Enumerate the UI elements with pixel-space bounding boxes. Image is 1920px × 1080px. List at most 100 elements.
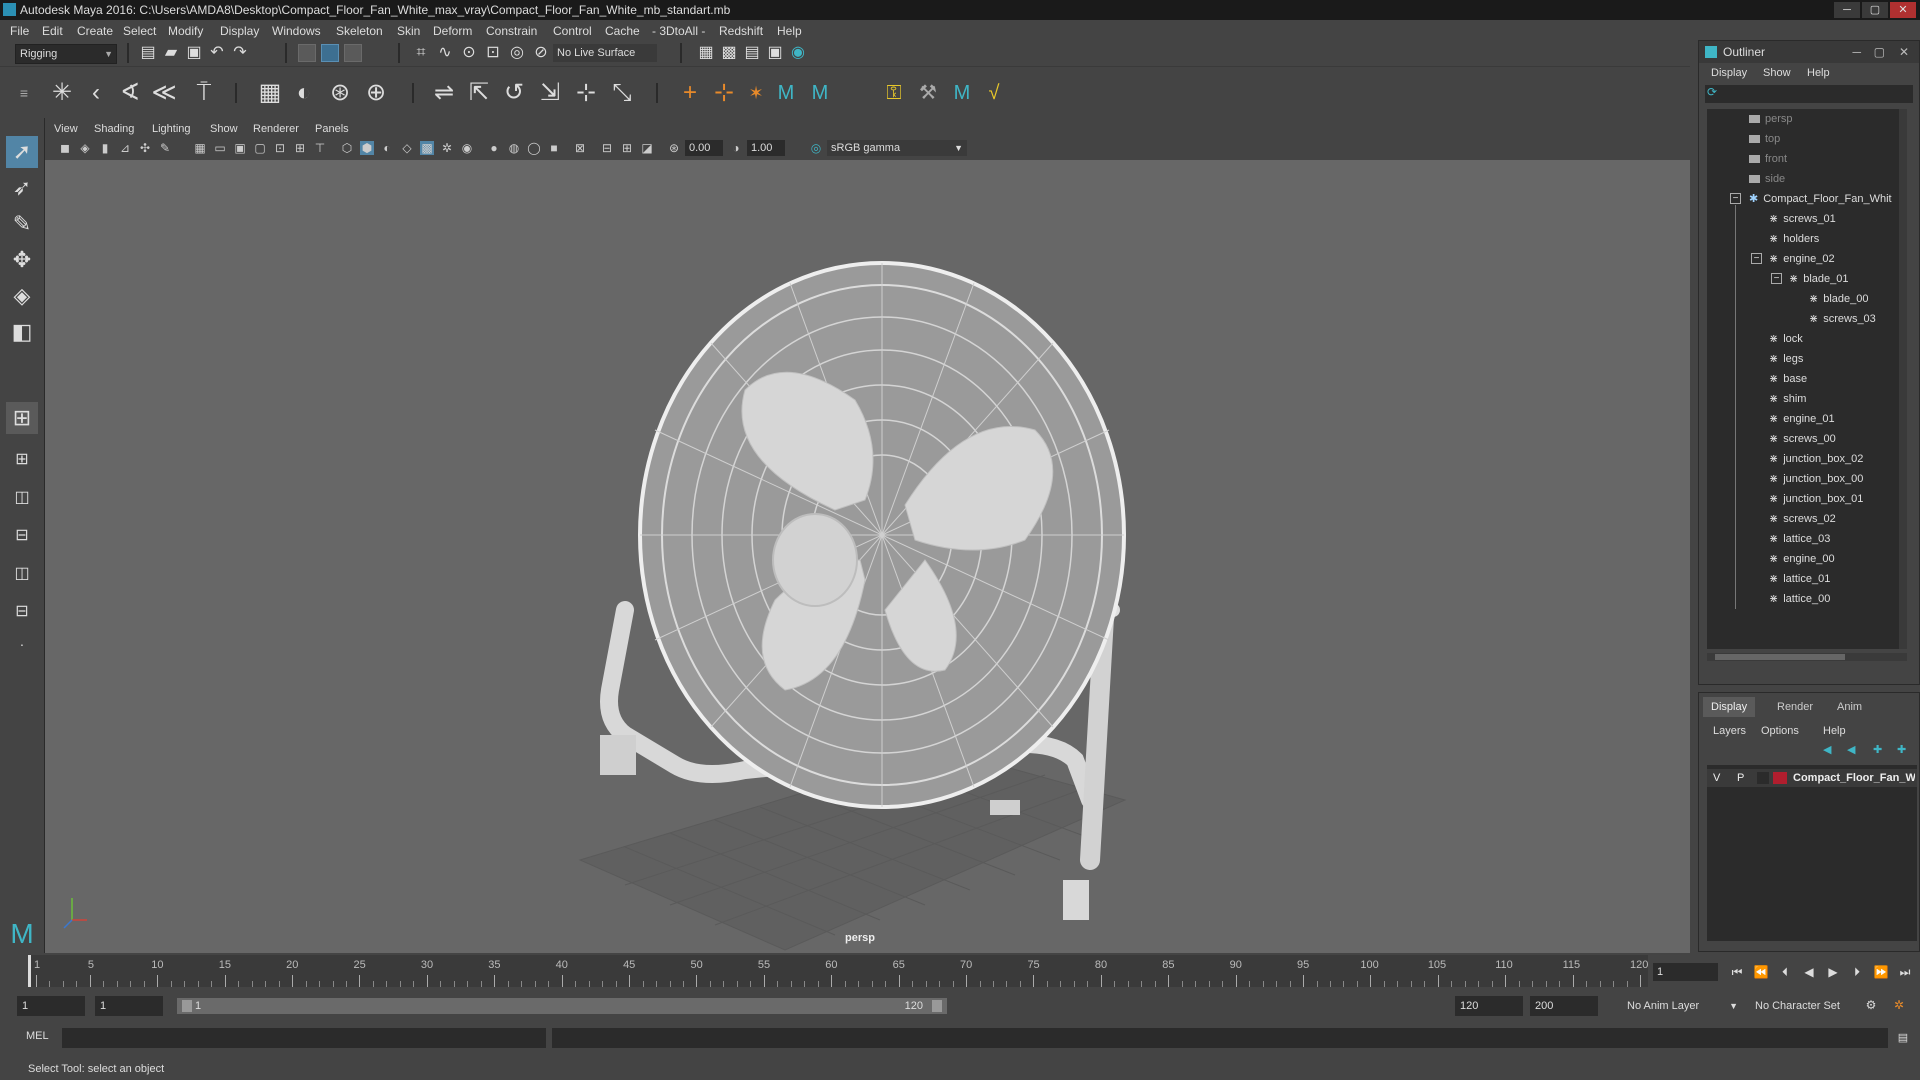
menu-display[interactable]: Display	[220, 20, 259, 42]
anim-prefs-icon[interactable]: ✲	[1890, 996, 1908, 1014]
outliner-item-screws-00[interactable]: ⋇ screws_00	[1769, 429, 1836, 449]
image-plane-icon[interactable]: ⊿	[118, 141, 132, 155]
menu-constrain[interactable]: Constrain	[486, 20, 537, 42]
menuset-dropdown[interactable]: Rigging ▼	[15, 44, 117, 64]
paint-select-icon[interactable]: ✎	[6, 208, 38, 240]
outliner-item-blade-01[interactable]: ⋇ blade_01	[1789, 269, 1849, 289]
outliner-item-screws-03[interactable]: ⋇ screws_03	[1809, 309, 1876, 329]
outliner-item-root[interactable]: ✱ Compact_Floor_Fan_Whit	[1749, 189, 1892, 209]
view-transform-dropdown[interactable]: sRGB gamma ▼	[827, 140, 967, 156]
exposure-field[interactable]: 0.00	[685, 140, 723, 156]
color-management-icon[interactable]: ◎	[809, 141, 823, 155]
constraint-aim-icon[interactable]: ⇱	[465, 79, 493, 107]
paint-weights-icon[interactable]: ⊛	[326, 79, 354, 107]
safe-title-icon[interactable]: ⊤	[313, 141, 327, 155]
select-by-component-icon[interactable]	[344, 44, 362, 62]
outliner-menu-help[interactable]: Help	[1807, 67, 1830, 79]
rotate-tool-icon[interactable]: ◈	[6, 280, 38, 312]
menu-modify[interactable]: Modify	[168, 20, 203, 42]
close-icon[interactable]: ✕	[1899, 41, 1909, 63]
outliner-persp-icon[interactable]: ◫	[6, 558, 38, 590]
redo-icon[interactable]: ↷	[231, 44, 249, 62]
outliner-item-side[interactable]: side	[1749, 169, 1785, 189]
animation-start-field[interactable]: 1	[17, 996, 85, 1016]
playback-end-field[interactable]: 120	[1455, 996, 1523, 1016]
outliner-item-blade-00[interactable]: ⋇ blade_00	[1809, 289, 1869, 309]
menu-redshift[interactable]: Redshift	[719, 20, 763, 42]
play-backward-icon[interactable]: ◀	[1800, 963, 1818, 981]
layout-options-icon[interactable]: ·	[6, 628, 38, 660]
camera-attrs-icon[interactable]: ◈	[78, 141, 92, 155]
wireframe-icon[interactable]: ⬡	[340, 141, 354, 155]
range-end-handle[interactable]	[932, 1000, 942, 1012]
command-input[interactable]	[62, 1028, 546, 1048]
step-back-key-icon[interactable]: ⏴	[1776, 963, 1794, 981]
wireframe-on-shaded-icon[interactable]: ◐	[380, 141, 394, 155]
shadows-icon[interactable]: ✲	[440, 141, 454, 155]
undo-icon[interactable]: ↶	[208, 44, 226, 62]
ipr-render-icon[interactable]: ▤	[743, 44, 761, 62]
menu-select[interactable]: Select	[123, 20, 156, 42]
current-time-marker[interactable]	[28, 955, 31, 987]
animation-end-field[interactable]: 200	[1530, 996, 1598, 1016]
cluster-icon[interactable]: ⊹	[710, 79, 738, 107]
menu-edit[interactable]: Edit	[42, 20, 63, 42]
outliner-item-lattice-00[interactable]: ⋇ lattice_00	[1769, 589, 1830, 609]
constraint-parent-icon[interactable]: ⊹	[572, 79, 600, 107]
tab-display[interactable]: Display	[1703, 697, 1756, 717]
scrollbar-thumb[interactable]	[1715, 654, 1845, 660]
outliner-search-input[interactable]: ⟳	[1705, 85, 1913, 103]
snap-view-icon[interactable]: ⊡	[484, 44, 502, 62]
xray-joints-icon[interactable]: ⊟	[600, 141, 614, 155]
screen-space-ao-icon[interactable]: ◉	[460, 141, 474, 155]
outliner-item-junction-box-01[interactable]: ⋇ junction_box_01	[1769, 489, 1863, 509]
outliner-item-lattice-03[interactable]: ⋇ lattice_03	[1769, 529, 1830, 549]
outliner-item-holders[interactable]: ⋇ holders	[1769, 229, 1819, 249]
script-editor-icon[interactable]: ▤	[1894, 1028, 1912, 1048]
gamma-icon[interactable]: ◑	[729, 141, 743, 155]
2d-pan-icon[interactable]: ✣	[138, 141, 152, 155]
minimize-button[interactable]: ─	[1834, 2, 1860, 18]
time-ruler[interactable]: 1 5 10 15 20 25 30 35 40 45 50 55 60 65 70 75 80 85 90 95 10…	[28, 955, 1648, 987]
snap-point-icon[interactable]: ⊙	[460, 44, 478, 62]
outliner-item-base[interactable]: ⋇ base	[1769, 369, 1807, 389]
shelf-options-icon[interactable]: ≡	[10, 79, 38, 107]
new-scene-icon[interactable]: ▤	[139, 44, 157, 62]
current-frame-field[interactable]: 1	[1653, 963, 1718, 981]
collapse-icon[interactable]: −	[1730, 193, 1741, 204]
wire-tool-icon[interactable]: √	[980, 79, 1008, 107]
single-view-icon[interactable]: ⊞	[6, 402, 38, 434]
orient-joint-icon[interactable]: ⍑	[190, 79, 218, 107]
constraint-scale-icon[interactable]: ⇲	[536, 79, 564, 107]
go-to-end-icon[interactable]: ⏭	[1896, 963, 1914, 981]
resolution-gate-icon[interactable]: ▣	[233, 141, 247, 155]
outliner-menu-show[interactable]: Show	[1763, 67, 1791, 79]
vp-menu-lighting[interactable]: Lighting	[152, 120, 191, 138]
tab-render[interactable]: Render	[1769, 697, 1821, 717]
maya-m3-icon[interactable]: M	[948, 79, 976, 107]
step-forward-frame-icon[interactable]: ⏩	[1872, 963, 1890, 981]
set-driven-key-icon[interactable]: ⚿	[880, 79, 908, 107]
gate-mask-icon[interactable]: ▢	[253, 141, 267, 155]
layer-row[interactable]: V P Compact_Floor_Fan_W	[1707, 769, 1917, 787]
textured-icon[interactable]: ◇	[400, 141, 414, 155]
refresh-icon[interactable]: ⟳	[1707, 85, 1717, 99]
outliner-item-lattice-01[interactable]: ⋇ lattice_01	[1769, 569, 1830, 589]
playback-start-field[interactable]: 1	[95, 996, 163, 1016]
vp-menu-show[interactable]: Show	[210, 120, 238, 138]
menu-windows[interactable]: Windows	[272, 20, 321, 42]
perspective-viewport[interactable]: persp	[45, 160, 1690, 953]
render-view-icon[interactable]: ▣	[766, 44, 784, 62]
layer-playback-toggle[interactable]: P	[1737, 769, 1744, 787]
layer-menu-options[interactable]: Options	[1761, 725, 1799, 737]
vp-menu-renderer[interactable]: Renderer	[253, 120, 299, 138]
outliner-item-legs[interactable]: ⋇ legs	[1769, 349, 1803, 369]
camera-select-icon[interactable]: ◼	[58, 141, 72, 155]
step-forward-key-icon[interactable]: ⏵	[1848, 963, 1866, 981]
outliner-item-junction-box-02[interactable]: ⋇ junction_box_02	[1769, 449, 1863, 469]
minimize-icon[interactable]: ─	[1852, 41, 1861, 63]
outliner-item-screws-01[interactable]: ⋇ screws_01	[1769, 209, 1836, 229]
film-gate-icon[interactable]: ▭	[213, 141, 227, 155]
close-button[interactable]: ✕	[1890, 2, 1916, 18]
gamma-field[interactable]: 1.00	[747, 140, 785, 156]
